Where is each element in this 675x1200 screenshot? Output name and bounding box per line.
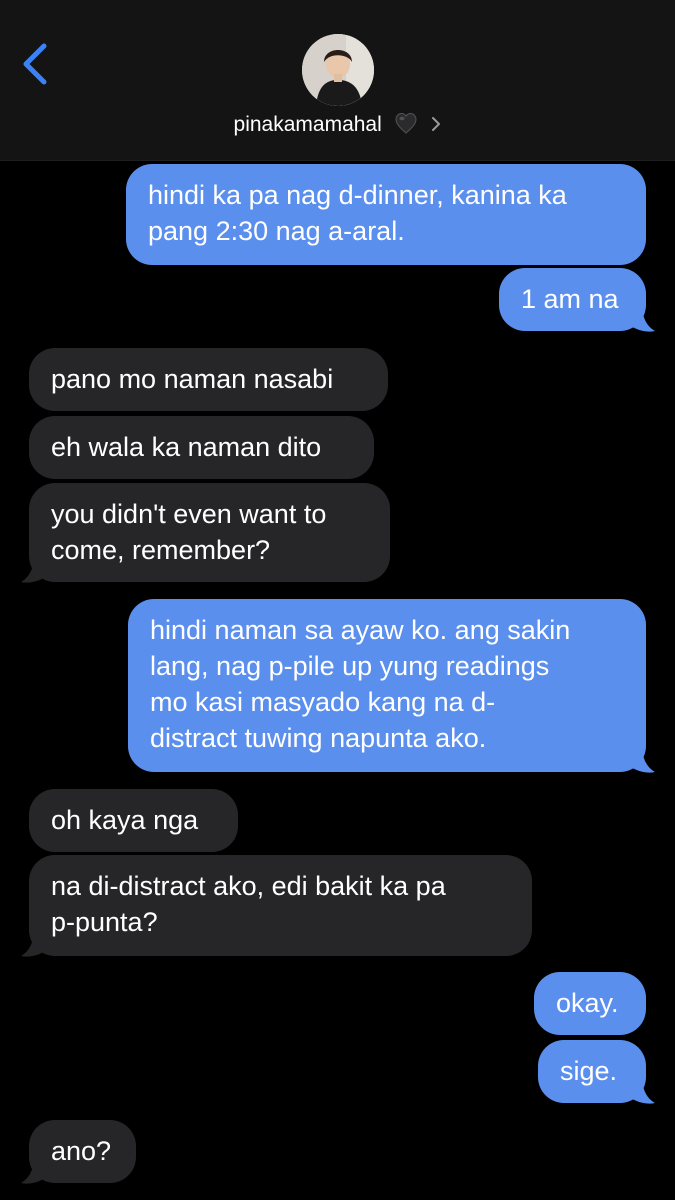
message-line: hindi ka pa nag d-dinner, kanina ka [148, 180, 567, 210]
contact-name-button[interactable]: pinakamamahal [0, 112, 675, 140]
message-line: okay. [556, 988, 619, 1018]
contact-photo-avatar [302, 34, 374, 106]
sent-message-bubble[interactable]: hindi ka pa nag d-dinner, kanina ka pang… [126, 164, 646, 265]
conversation-header: pinakamamahal [0, 0, 675, 161]
message-line: distract tuwing napunta ako. [150, 723, 487, 753]
message-line: lang, nag p-pile up yung readings [150, 651, 550, 681]
message-line: na di-distract ako, edi bakit ka pa [51, 871, 446, 901]
received-message-bubble[interactable]: na di-distract ako, edi bakit ka pa p-pu… [29, 855, 532, 956]
message-line: ano? [51, 1136, 112, 1166]
message-line: p-punta? [51, 907, 158, 937]
received-message-bubble[interactable]: you didn't even want to come, remember? [29, 483, 390, 582]
black-heart-icon [394, 112, 418, 140]
contact-name: pinakamamahal [233, 113, 382, 136]
received-message-bubble[interactable]: pano mo naman nasabi [29, 348, 388, 411]
message-line: hindi naman sa ayaw ko. ang sakin [150, 615, 571, 645]
sent-message-bubble[interactable]: sige. [538, 1040, 646, 1103]
chevron-left-icon [23, 43, 47, 85]
message-line: 1 am na [521, 284, 619, 314]
received-message-bubble[interactable]: eh wala ka naman dito [29, 416, 374, 479]
contact-avatar[interactable] [302, 34, 374, 106]
message-line: mo kasi masyado kang na d- [150, 687, 496, 717]
message-line: oh kaya nga [51, 805, 199, 835]
sent-message-bubble[interactable]: hindi naman sa ayaw ko. ang sakin lang, … [128, 599, 646, 772]
message-line: pano mo naman nasabi [51, 364, 334, 394]
message-line: eh wala ka naman dito [51, 432, 322, 462]
sent-message-bubble[interactable]: okay. [534, 972, 646, 1035]
message-line: come, remember? [51, 535, 271, 565]
chevron-right-icon [431, 114, 441, 138]
sent-message-bubble[interactable]: 1 am na [499, 268, 646, 331]
message-line: sige. [560, 1056, 618, 1086]
message-line: pang 2:30 nag a-aral. [148, 216, 405, 246]
received-message-bubble[interactable]: oh kaya nga [29, 789, 238, 852]
back-button[interactable] [14, 38, 58, 90]
message-line: you didn't even want to [51, 499, 327, 529]
received-message-bubble[interactable]: ano? [29, 1120, 136, 1183]
